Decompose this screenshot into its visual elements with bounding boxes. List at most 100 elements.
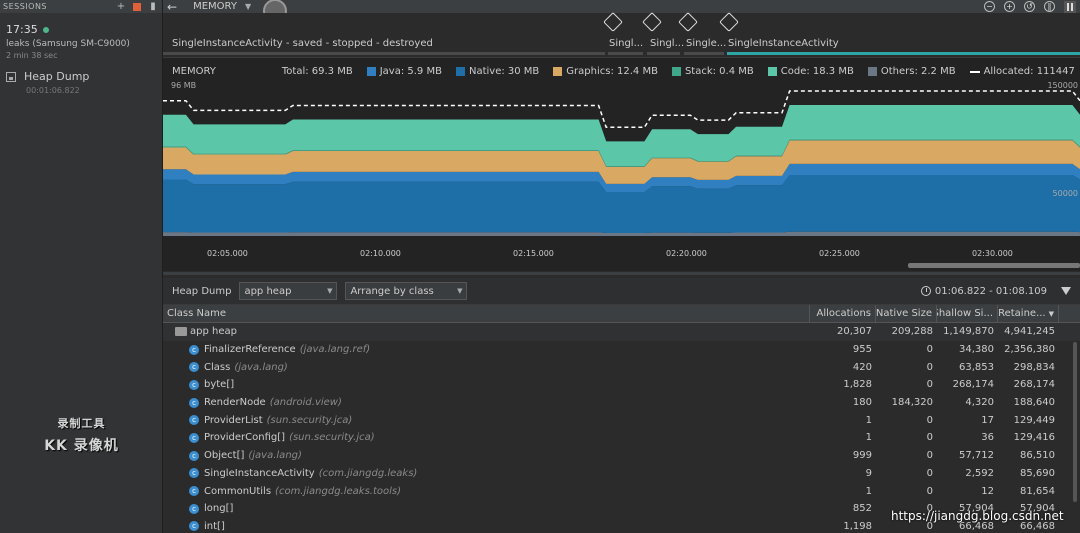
y-axis-left-top: 96 MB [171,81,197,90]
cell-shallow: 34,380 [959,344,994,356]
cell-shallow: 63,853 [959,361,994,373]
legend-label: Allocated: 111447 [983,66,1075,77]
table-row[interactable]: c FinalizerReference (java.lang.ref) 955 0 34… [163,341,1080,359]
reset-zoom-icon[interactable]: ↺ [1024,1,1035,12]
col-native-size[interactable]: Native Size [876,305,937,322]
heap-dump-panel: Heap Dump app heap ▼ Arrange by class ▼ … [163,278,1080,533]
profiler-main: ← MEMORY ▼ − + ↺ ∥ SingleInstanceActivit… [163,0,1080,533]
capture-range[interactable]: 01:06.822 - 01:08.109 [920,286,1047,297]
activity-name[interactable]: Single... [686,38,728,49]
profiler-selector[interactable]: MEMORY [193,1,237,12]
class-name-cell: c RenderNode (android.view) [163,394,810,412]
table-row[interactable]: c Object[] (java.lang) 999 0 57,712 86,510 [163,447,1080,465]
cell-native: 0 [926,344,933,356]
rotate-event-icon[interactable] [719,12,739,32]
class-name-cell: c FinalizerReference (java.lang.ref) [163,341,810,359]
class-name: byte[] [204,379,235,391]
legend-code: Code: 18.3 MB [767,66,854,77]
panel-toggle-icon[interactable]: ▮ [147,1,159,13]
class-package: (java.lang) [248,450,302,462]
table-row[interactable]: c CommonUtils (com.jiangdg.leaks.tools) 1 0 1… [163,482,1080,500]
cell-alloc: 1,198 [843,520,872,532]
legend-label: Graphics: 12.4 MB [566,66,658,77]
cell-retained: 268,174 [1013,379,1055,391]
col-shallow-size[interactable]: Shallow Si... [937,305,998,322]
session-device: leaks (Samsung SM-C9000) [6,39,130,49]
table-row[interactable]: c RenderNode (android.view) 180 184,320 4,320… [163,394,1080,412]
chart-title: MEMORY [172,66,216,77]
plus-icon[interactable]: + [115,1,127,13]
watermark-line2: KK 录像机 [44,438,119,454]
legend-label: Native: 30 MB [468,66,540,77]
legend-java: Java: 5.9 MB [366,66,442,77]
cell-alloc: 420 [852,361,872,373]
rotate-event-icon[interactable] [642,12,662,32]
class-table: app heap 20,307 209,288 1,149,870 4,941,… [163,323,1080,533]
cell-retained: 188,640 [1013,397,1055,409]
cell-shallow: 2,592 [965,467,994,479]
activity-name[interactable]: Singl... [609,38,645,49]
class-icon: c [189,503,199,514]
table-row[interactable]: c ProviderList (sun.security.jca) 1 0 17 129,4… [163,411,1080,429]
cell-alloc: 1 [865,485,872,497]
table-row-root[interactable]: app heap 20,307 209,288 1,149,870 4,941,… [163,323,1080,341]
activity-bar [647,52,680,55]
panel-splitter[interactable] [163,272,1080,275]
attach-icon[interactable]: ∥ [1044,1,1055,12]
heap-select[interactable]: app heap ▼ [239,282,338,300]
table-scrollbar[interactable] [1073,342,1077,502]
cell-shallow: 17 [981,414,994,426]
pause-icon[interactable] [1064,0,1076,13]
rotate-event-icon[interactable] [603,12,623,32]
table-row[interactable]: c byte[] 1,828 0 268,174 268,174 [163,376,1080,394]
cell-shallow: 12 [981,485,994,497]
y-axis-right-top: 150000 [1047,81,1078,90]
class-name: ProviderConfig[] [204,432,286,444]
timeline-scrollbar[interactable] [908,263,1080,268]
filter-icon[interactable] [1061,287,1071,295]
cell-retained: 298,834 [1013,361,1055,373]
table-row[interactable]: c Class (java.lang) 420 0 63,853 298,834 [163,358,1080,376]
activity-name[interactable]: SingleInstanceActivity [728,38,928,49]
cell-retained: 86,510 [1020,450,1055,462]
class-name: long[] [204,503,234,515]
heap-toolbar: Heap Dump app heap ▼ Arrange by class ▼ … [163,278,1080,305]
legend-graphics: Graphics: 12.4 MB [553,66,658,77]
chevron-down-icon[interactable]: ▼ [245,2,251,11]
x-tick: 02:25.000 [819,249,860,258]
class-package: (android.view) [269,397,342,409]
memory-chart[interactable]: MEMORY Total: 69.3 MB Java: 5.9 MB Nativ… [163,57,1080,271]
zoom-out-icon[interactable]: − [984,1,995,12]
class-name-cell: c ProviderConfig[] (sun.security.jca) [163,429,810,447]
rotate-event-icon[interactable] [678,12,698,32]
col-class-name[interactable]: Class Name [163,305,810,322]
class-name: FinalizerReference [204,344,296,356]
back-arrow-icon[interactable]: ← [167,1,177,13]
class-icon: c [189,379,199,390]
session-time-row: 17:35 [6,23,156,36]
heap-dump-label: Heap Dump [172,285,232,297]
activity-name[interactable]: Singl... [650,38,684,49]
col-allocations[interactable]: Allocations [810,305,876,322]
cell-shallow: 4,320 [965,397,994,409]
x-tick: 02:15.000 [513,249,554,258]
class-name-cell: c SingleInstanceActivity (com.jiangdg.leak… [163,465,810,483]
class-package: (sun.security.jca) [266,414,353,426]
profiler-toolbar: ← MEMORY ▼ − + ↺ ∥ [163,0,1080,23]
legend-dash [969,70,980,73]
cell-native: 184,320 [891,397,933,409]
memory-chart-svg [163,90,1080,236]
class-package: (com.jiangdg.leaks) [318,467,418,479]
session-entry[interactable]: 17:35 leaks (Samsung SM-C9000) 2 min 38 … [0,13,162,60]
col-retained-size[interactable]: Retaine... ▼ [998,305,1059,322]
zoom-in-icon[interactable]: + [1004,1,1015,12]
sort-desc-icon: ▼ [1048,309,1054,318]
legend-swatch [867,67,877,76]
artifact-label: Heap Dump [24,70,90,83]
arrange-select[interactable]: Arrange by class ▼ [345,282,468,300]
table-row[interactable]: c SingleInstanceActivity (com.jiangdg.leak… [163,465,1080,483]
heap-dump-artifact[interactable]: Heap Dump 00:01:06.822 [0,70,162,95]
cell-retained: 129,449 [1013,414,1055,426]
table-row[interactable]: c ProviderConfig[] (sun.security.jca) 1 0 36 1… [163,429,1080,447]
stop-icon[interactable] [133,2,141,11]
